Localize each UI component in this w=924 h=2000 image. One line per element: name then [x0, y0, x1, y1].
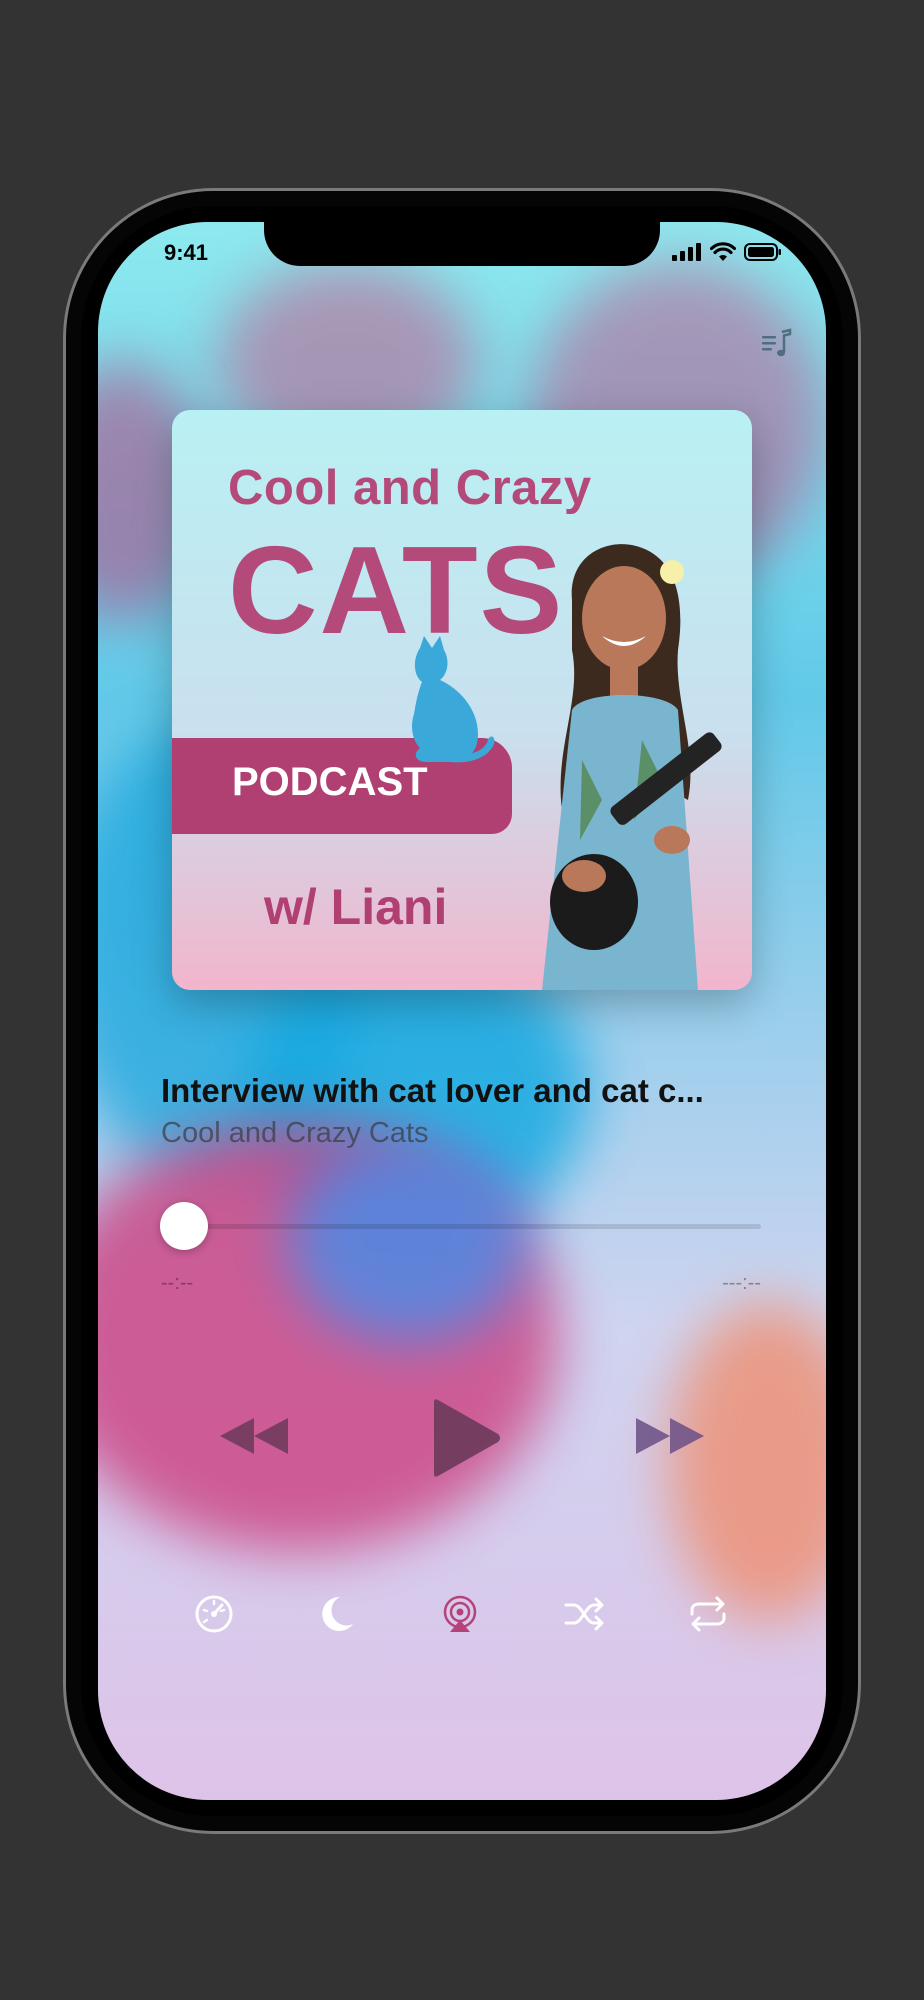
- progress-bar[interactable]: [161, 1224, 761, 1229]
- battery-icon: [744, 242, 781, 261]
- podcast-artwork: Cool and Crazy CATS PODCAST w/ Liani: [172, 410, 752, 990]
- status-time: 9:41: [164, 240, 209, 265]
- episode-title: Interview with cat lover and cat c...: [161, 1072, 704, 1109]
- shuffle-icon[interactable]: [562, 1592, 606, 1636]
- wifi-icon: [710, 242, 736, 261]
- host-photo-illustration: [542, 544, 722, 990]
- airplay-icon[interactable]: [438, 1592, 482, 1636]
- notch: [264, 222, 660, 266]
- queue-list-icon[interactable]: [760, 328, 794, 362]
- cat-illustration: [412, 636, 495, 763]
- repeat-icon[interactable]: [686, 1592, 730, 1636]
- background-blur: [668, 1302, 826, 1622]
- elapsed-time: --:--: [161, 1272, 194, 1294]
- status-icons: [672, 242, 782, 261]
- remaining-time: ---:--: [722, 1272, 761, 1294]
- rewind-icon[interactable]: [216, 1412, 292, 1460]
- play-icon[interactable]: [428, 1398, 502, 1478]
- cellular-signal-icon: [672, 242, 701, 261]
- artwork-title-line: Cool and Crazy: [228, 461, 592, 515]
- fast-forward-icon[interactable]: [632, 1412, 708, 1460]
- progress-scrubber-knob[interactable]: [160, 1202, 208, 1250]
- sleep-timer-moon-icon[interactable]: [314, 1592, 358, 1636]
- playback-speed-icon[interactable]: [192, 1592, 236, 1636]
- player-screen: 9:41 Cool and Crazy CATS PODCAST w/ Lian…: [98, 222, 826, 1800]
- artwork-host-line: w/ Liani: [264, 879, 448, 935]
- podcast-name[interactable]: Cool and Crazy Cats: [161, 1117, 429, 1150]
- background-blur: [288, 1142, 528, 1342]
